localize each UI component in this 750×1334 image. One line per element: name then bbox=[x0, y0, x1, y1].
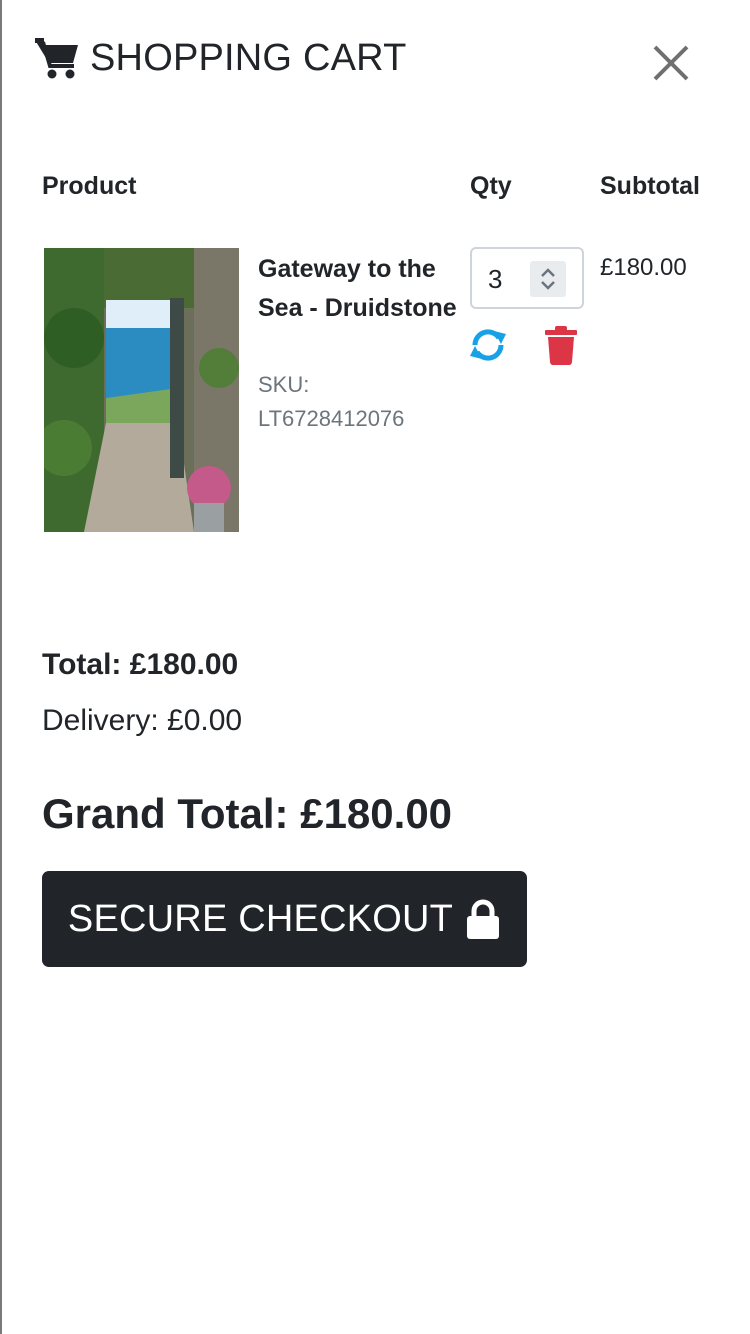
trash-icon bbox=[545, 326, 577, 365]
delivery-cost: Delivery: £0.00 bbox=[42, 704, 243, 737]
sku-value: LT6728412076 bbox=[258, 406, 405, 431]
quantity-input[interactable]: 3 bbox=[470, 247, 584, 309]
lock-icon bbox=[467, 899, 500, 939]
sku-label: SKU: bbox=[258, 372, 310, 397]
product-image bbox=[44, 248, 239, 532]
checkout-label: SECURE CHECKOUT bbox=[67, 897, 454, 940]
item-subtotal: £180.00 bbox=[600, 254, 687, 281]
close-button[interactable] bbox=[650, 42, 692, 84]
product-sku: SKU: LT6728412076 bbox=[258, 368, 458, 436]
column-header-product: Product bbox=[42, 172, 137, 200]
grand-total: Grand Total: £180.00 bbox=[42, 790, 453, 837]
quantity-value: 3 bbox=[488, 264, 503, 294]
remove-item-button[interactable] bbox=[544, 325, 578, 365]
drawer-border bbox=[0, 0, 2, 1334]
quantity-stepper[interactable] bbox=[530, 261, 566, 297]
order-total: Total: £180.00 bbox=[42, 648, 239, 681]
refresh-icon bbox=[470, 329, 506, 361]
close-icon bbox=[653, 45, 689, 81]
shopping-cart-icon bbox=[35, 38, 78, 79]
product-name[interactable]: Gateway to the Sea - Druidstone bbox=[258, 250, 463, 328]
column-header-subtotal: Subtotal bbox=[600, 172, 700, 200]
secure-checkout-button[interactable]: SECURE CHECKOUT bbox=[42, 871, 527, 967]
cart-header: SHOPPING CART bbox=[34, 34, 407, 82]
page-title: SHOPPING CART bbox=[90, 36, 407, 79]
chevron-down-icon bbox=[541, 281, 555, 290]
update-quantity-button[interactable] bbox=[468, 325, 508, 365]
column-header-qty: Qty bbox=[470, 172, 512, 200]
chevron-up-icon bbox=[541, 268, 555, 277]
